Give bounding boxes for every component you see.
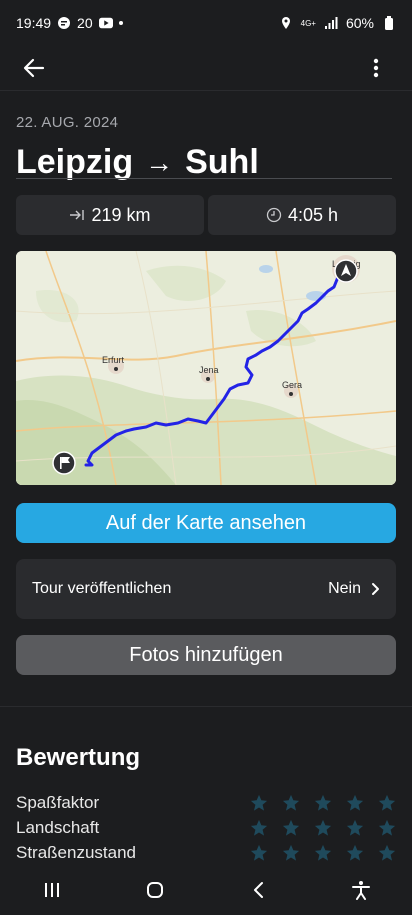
rating-title: Bewertung: [16, 744, 141, 771]
system-back-button[interactable]: [236, 868, 280, 912]
flag-icon: [60, 457, 62, 469]
arrow-left-icon: [23, 58, 45, 78]
star-icon[interactable]: [314, 794, 332, 812]
map-label-erfurt: Erfurt: [102, 355, 125, 365]
star-rating-road[interactable]: [250, 844, 396, 862]
star-icon[interactable]: [282, 819, 300, 837]
star-rating-landscape[interactable]: [250, 819, 396, 837]
location-icon: [281, 17, 290, 29]
star-icon[interactable]: [346, 819, 364, 837]
duration-value: 4:05 h: [287, 204, 339, 225]
tour-date: 22. AUG. 2024: [16, 114, 119, 131]
more-vert-icon: [373, 58, 379, 78]
star-icon[interactable]: [250, 794, 268, 812]
star-icon[interactable]: [346, 794, 364, 812]
map-label-gera: Gera: [282, 380, 302, 390]
star-icon[interactable]: [282, 794, 300, 812]
star-icon[interactable]: [346, 844, 364, 862]
star-icon[interactable]: [250, 819, 268, 837]
star-icon[interactable]: [378, 819, 396, 837]
signal-icon: [324, 17, 338, 29]
rating-row-landscape: Landschaft: [16, 816, 396, 840]
accessibility-button[interactable]: [339, 868, 383, 912]
distance-icon: [70, 210, 85, 220]
home-button[interactable]: [133, 868, 177, 912]
rating-label: Landschaft: [16, 818, 100, 837]
network-type: 4G+: [300, 18, 316, 28]
accessibility-icon: [351, 881, 370, 900]
chevron-right-icon: [372, 583, 379, 595]
distance-stat: 219 km: [16, 195, 204, 235]
tour-from: Leipzig: [16, 143, 134, 181]
header-divider: [0, 90, 412, 91]
star-icon[interactable]: [282, 844, 300, 862]
map-canvas: Erfurt Jena Gera Leipzig: [16, 251, 396, 485]
more-options-button[interactable]: [360, 52, 392, 84]
home-icon: [146, 882, 163, 898]
map-label-jena: Jena: [199, 365, 219, 375]
status-bar: 19:49 20 4G+ 60%: [0, 0, 412, 46]
recents-icon: [44, 883, 59, 897]
clock-icon: [266, 207, 282, 223]
title-arrow: →: [145, 146, 174, 178]
end-marker: [52, 451, 76, 475]
rating-label: Spaßfaktor: [16, 793, 100, 812]
youtube-icon: [98, 17, 113, 29]
distance-value: 219 km: [91, 204, 151, 225]
status-time: 19:49: [16, 15, 52, 31]
notification-count: 20: [77, 15, 93, 31]
route-map[interactable]: Erfurt Jena Gera Leipzig: [16, 251, 396, 485]
tour-to: Suhl: [185, 143, 259, 181]
star-icon[interactable]: [250, 844, 268, 862]
rating-row-fun: Spaßfaktor: [16, 791, 396, 815]
add-photos-button[interactable]: Fotos hinzufügen: [16, 635, 396, 675]
recents-button[interactable]: [30, 868, 74, 912]
view-on-map-button[interactable]: Auf der Karte ansehen: [16, 503, 396, 543]
back-button[interactable]: [18, 52, 50, 84]
battery-percent: 60%: [345, 15, 374, 31]
star-icon[interactable]: [378, 844, 396, 862]
star-icon[interactable]: [314, 844, 332, 862]
star-icon[interactable]: [314, 819, 332, 837]
chat-notification-icon: [58, 17, 71, 29]
section-divider: [0, 706, 412, 707]
more-notifications-dot: [118, 21, 123, 25]
star-icon[interactable]: [378, 794, 396, 812]
publish-value-group: Nein: [328, 580, 380, 598]
star-rating-fun[interactable]: [250, 794, 396, 812]
rating-label: Straßenzustand: [16, 843, 137, 862]
rating-row-road: Straßenzustand: [16, 841, 396, 865]
publish-value: Nein: [328, 580, 361, 597]
title-underline: [16, 178, 392, 179]
start-marker: [334, 259, 358, 283]
system-nav-bar: [0, 865, 412, 915]
publish-tour-row[interactable]: Tour veröffentlichen Nein: [16, 559, 396, 619]
app-bar: [0, 46, 412, 90]
duration-stat: 4:05 h: [208, 195, 396, 235]
tour-title[interactable]: Leipzig → Suhl: [16, 143, 259, 182]
publish-label: Tour veröffentlichen: [32, 580, 172, 597]
back-icon: [253, 882, 263, 898]
battery-icon: [385, 16, 393, 30]
